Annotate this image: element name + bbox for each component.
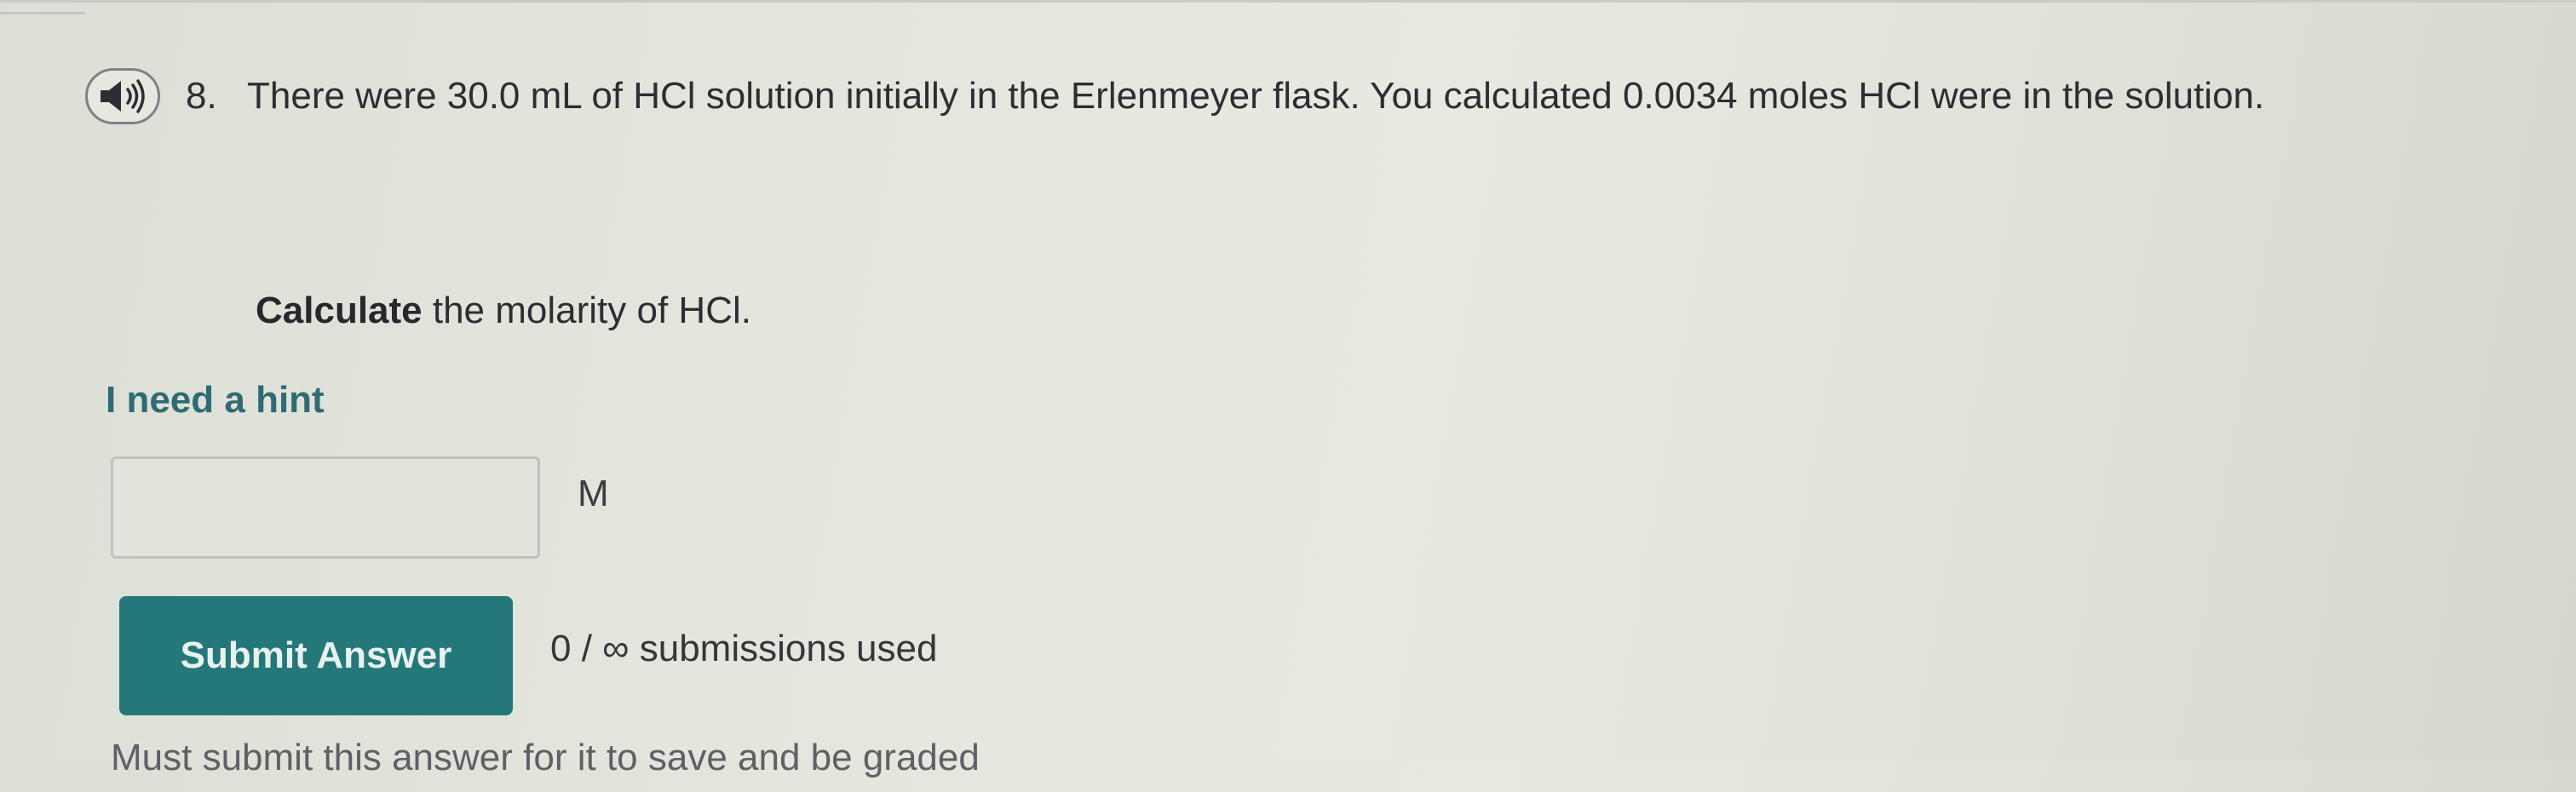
question-number: 8. xyxy=(186,75,217,117)
top-divider-left xyxy=(0,12,85,14)
instruction-keyword: Calculate xyxy=(256,290,423,331)
speaker-icon xyxy=(101,79,145,113)
instruction-text: the molarity of HCl. xyxy=(422,290,751,331)
audio-button[interactable] xyxy=(85,68,160,124)
question-instruction: Calculate the molarity of HCl. xyxy=(256,274,751,347)
submissions-status: 0 / ∞ submissions used xyxy=(550,628,938,669)
question-text: There were 30.0 mL of HCl solution initi… xyxy=(247,75,2265,117)
hint-link[interactable]: I need a hint xyxy=(106,366,325,434)
top-divider xyxy=(0,0,2576,3)
submit-answer-button[interactable]: Submit Answer xyxy=(119,596,513,715)
answer-unit: M xyxy=(578,473,609,514)
save-grade-notice: Must submit this answer for it to save a… xyxy=(111,737,980,778)
answer-input[interactable] xyxy=(111,456,540,559)
